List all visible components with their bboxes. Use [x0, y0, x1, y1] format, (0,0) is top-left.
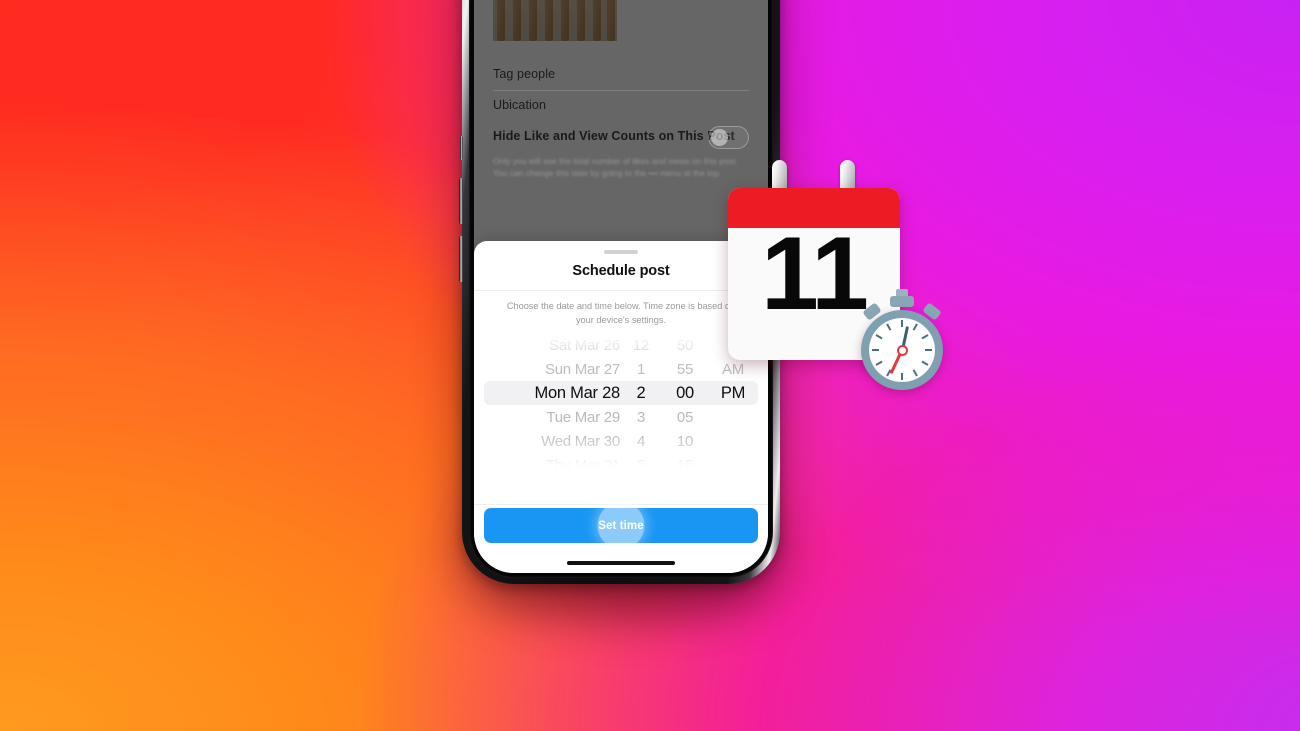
home-indicator[interactable]: [567, 561, 675, 565]
picker-row[interactable]: Tue Mar 29 3 05: [474, 405, 768, 429]
set-time-button[interactable]: Set time: [484, 508, 758, 543]
instagram-new-post-page: Tag people Ubication Hide Like and View …: [474, 0, 768, 273]
datetime-wheel-picker[interactable]: Thu Mar 241040Fri Mar 251145Sat Mar 2612…: [474, 331, 768, 471]
sheet-header-divider: [474, 290, 768, 291]
picker-date-cell: Sat Mar 26: [549, 336, 620, 354]
picker-date-cell: Tue Mar 29: [546, 408, 620, 426]
picker-date-cell: Thu Mar 31: [545, 456, 620, 472]
picker-hour-cell: 2: [636, 383, 646, 402]
picker-hour-cell: 12: [632, 336, 650, 354]
picker-date-cell: Wed Mar 30: [541, 432, 620, 450]
sheet-footer-divider: [474, 504, 768, 505]
picker-row[interactable]: Wed Mar 30 4 10: [474, 429, 768, 453]
picker-hour-cell: 3: [636, 408, 646, 426]
schedule-post-sheet: Schedule post Choose the date and time b…: [474, 241, 768, 573]
picker-date-cell: Sun Mar 27: [544, 360, 620, 378]
picker-minute-cell: 50: [676, 336, 694, 354]
volume-up-button[interactable]: [459, 178, 463, 224]
picker-minute-cell: 10: [676, 432, 694, 450]
picker-row[interactable]: Thu Mar 31 5 15: [474, 453, 768, 472]
silent-switch-button[interactable]: [460, 136, 463, 160]
emoji-cluster: 11: [728, 160, 958, 400]
picker-hour-cell: 1: [636, 360, 646, 378]
picker-hour-cell: 4: [636, 432, 646, 450]
stopwatch-crown: [890, 296, 914, 307]
sheet-subtitle: Choose the date and time below. Time zon…: [506, 301, 736, 325]
tag-people-label: Tag people: [493, 67, 556, 81]
phone-screen: Tag people Ubication Hide Like and View …: [474, 0, 768, 573]
picker-minute-cell: 05: [676, 408, 694, 426]
hide-like-counts-note: Only you will see the total number of li…: [493, 156, 738, 179]
sheet-title: Schedule post: [572, 263, 670, 279]
picker-minute-cell: 00: [676, 383, 694, 402]
sheet-drag-handle[interactable]: [604, 250, 638, 254]
hide-like-counts-toggle[interactable]: [708, 126, 749, 149]
screenshot-stage: Tag people Ubication Hide Like and View …: [0, 0, 1300, 731]
picker-row[interactable]: Sun Mar 27 1 55 AM: [474, 357, 768, 381]
volume-down-button[interactable]: [459, 236, 463, 282]
stopwatch-emoji: [856, 289, 948, 390]
picker-minute-cell: 55: [676, 360, 694, 378]
tag-people-row[interactable]: Tag people: [493, 67, 749, 91]
picker-minute-cell: 15: [676, 456, 694, 472]
stopwatch-center-pin: [896, 344, 908, 356]
picker-row[interactable]: Sat Mar 26 12 50: [474, 333, 768, 357]
stopwatch-body: [861, 310, 943, 390]
hide-like-counts-label: Hide Like and View Counts on This Post: [493, 129, 735, 143]
ubication-label: Ubication: [493, 98, 547, 112]
picker-row-selected[interactable]: Mon Mar 28 2 00 PM: [474, 381, 768, 405]
picker-date-cell: Mon Mar 28: [534, 383, 620, 402]
ubication-row[interactable]: Ubication: [493, 98, 749, 112]
stopwatch-face: [869, 318, 935, 382]
picker-hour-cell: 5: [636, 456, 646, 472]
